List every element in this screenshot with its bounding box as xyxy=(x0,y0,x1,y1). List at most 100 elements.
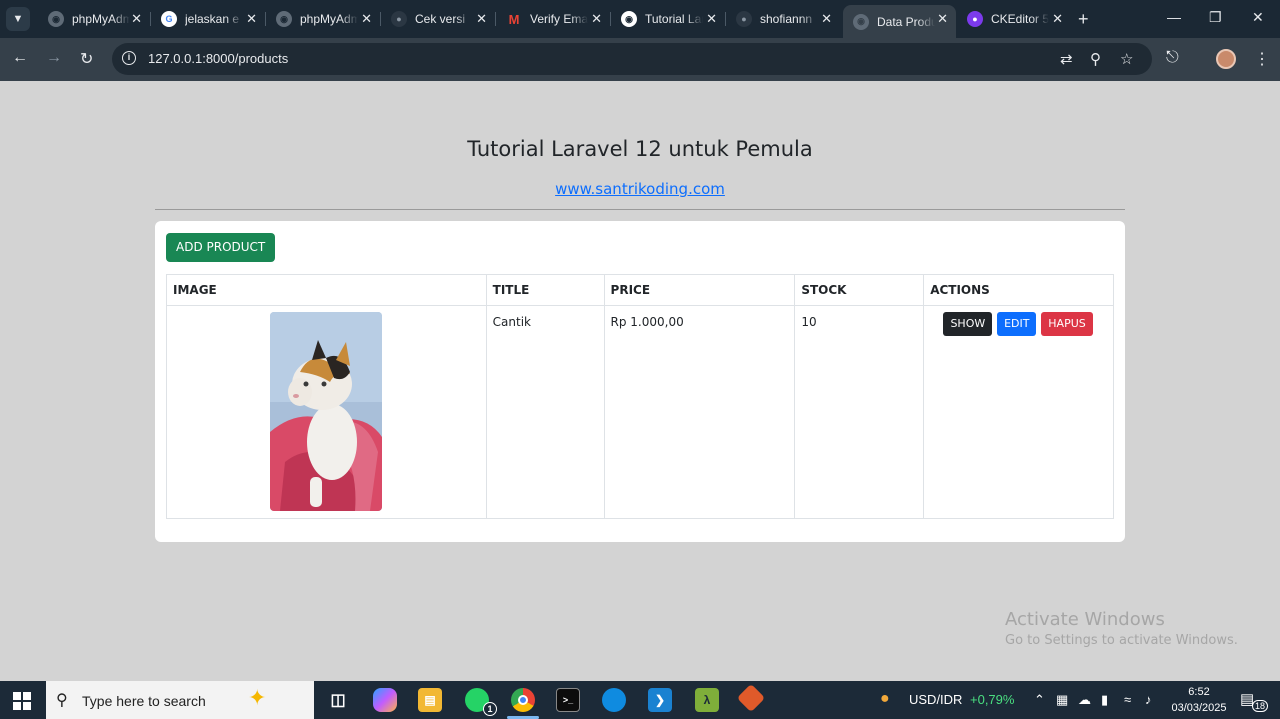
tab-title: Verify Email xyxy=(530,12,588,26)
tab-title: phpMyAdmin xyxy=(300,12,358,26)
tab-title: Cek versi xyxy=(415,12,466,26)
back-icon[interactable]: ← xyxy=(12,49,28,67)
edit-button[interactable]: EDIT xyxy=(997,312,1037,336)
page-content: Tutorial Laravel 12 untuk Pemula www.san… xyxy=(0,81,1280,681)
google-icon: G xyxy=(161,11,177,27)
close-window-icon[interactable]: ✕ xyxy=(1252,9,1264,26)
tab-title: phpMyAdmin xyxy=(72,12,130,26)
activation-watermark-subtitle: Go to Settings to activate Windows. xyxy=(1005,633,1238,648)
column-header-stock: STOCK xyxy=(794,274,925,306)
forward-icon[interactable]: → xyxy=(46,49,62,67)
tab-phpmyadmin-1[interactable]: ◉ phpMyAdmin ✕ xyxy=(38,5,151,33)
globe-icon: ◉ xyxy=(276,11,292,27)
laragon-icon[interactable]: λ xyxy=(695,688,719,712)
search-highlight-icon: ✦ xyxy=(248,685,267,710)
tab-google[interactable]: G jelaskan e ✕ xyxy=(151,5,266,33)
bookmark-star-icon[interactable]: ☆ xyxy=(1120,50,1133,68)
git-icon[interactable] xyxy=(736,683,766,713)
extensions-icon[interactable]: ⎋ xyxy=(1166,49,1179,67)
title-cell: Cantik xyxy=(485,305,605,519)
battery-icon[interactable]: ▮ xyxy=(1101,692,1108,708)
ticker-icon[interactable]: ● xyxy=(880,690,890,708)
notification-count: 18 xyxy=(1252,700,1269,712)
clock[interactable]: 6:52 03/03/2025 xyxy=(1170,684,1228,716)
volume-icon[interactable]: ♪ xyxy=(1145,692,1152,707)
new-tab-icon[interactable]: + xyxy=(1078,9,1089,30)
tab-title: shofiannn xyxy=(760,12,813,26)
products-table: IMAGE TITLE PRICE STOCK ACTIONS Cantik R… xyxy=(166,274,1114,519)
tab-verify-email[interactable]: M Verify Email ✕ xyxy=(496,5,611,33)
tab-cek-versi[interactable]: ● Cek versi ✕ xyxy=(381,5,496,33)
file-explorer-icon[interactable]: ▤ xyxy=(418,688,442,712)
close-icon[interactable]: ✕ xyxy=(937,11,948,27)
column-header-title: TITLE xyxy=(485,274,605,306)
clock-date: 03/03/2025 xyxy=(1171,702,1227,714)
terminal-icon[interactable]: >_ xyxy=(556,688,580,712)
zoom-icon[interactable]: ⚲ xyxy=(1090,50,1101,68)
tab-ckeditor[interactable]: ● CKEditor 5 ✕ xyxy=(957,5,1071,33)
image-cell xyxy=(166,305,487,519)
table-row: Cantik Rp 1.000,00 10 SHOW EDIT HAPUS xyxy=(166,305,1114,519)
chevron-up-icon[interactable]: ⌃ xyxy=(1034,692,1045,708)
ticker-change[interactable]: +0,79% xyxy=(970,692,1014,707)
task-view-icon[interactable]: ◫ xyxy=(326,688,350,712)
add-product-button[interactable]: ADD PRODUCT xyxy=(166,233,276,262)
translate-icon[interactable]: ⇄ xyxy=(1060,50,1073,68)
close-icon[interactable]: ✕ xyxy=(246,11,257,27)
windows-start-icon[interactable] xyxy=(13,692,31,710)
search-icon: ⚲ xyxy=(56,692,68,709)
tab-phpmyadmin-2[interactable]: ◉ phpMyAdmin ✕ xyxy=(266,5,381,33)
edge-icon[interactable] xyxy=(602,688,626,712)
github-icon: ● xyxy=(391,11,407,27)
whatsapp-icon[interactable]: 1 xyxy=(465,688,497,716)
close-icon[interactable]: ✕ xyxy=(706,11,717,27)
chrome-icon[interactable] xyxy=(507,688,539,719)
tab-shofiannn[interactable]: ● shofiannn ✕ xyxy=(726,5,840,33)
tab-tutorial-laravel[interactable]: ◉ Tutorial Laravel ✕ xyxy=(611,5,726,33)
gmail-icon: M xyxy=(508,11,520,27)
tab-data-products[interactable]: ◉ Data Products ✕ xyxy=(843,5,956,38)
ckeditor-icon: ● xyxy=(967,11,983,27)
close-icon[interactable]: ✕ xyxy=(476,11,487,27)
close-icon[interactable]: ✕ xyxy=(361,11,372,27)
column-header-image: IMAGE xyxy=(166,274,487,306)
windows-taskbar: ⚲ Type here to search ✦ ◫ ▤ 1 >_ ❯ λ ● U… xyxy=(0,681,1280,719)
more-menu-icon[interactable]: ⋮ xyxy=(1254,49,1270,69)
reload-icon[interactable]: ↻ xyxy=(80,49,93,69)
products-card: ADD PRODUCT IMAGE TITLE PRICE STOCK ACTI… xyxy=(155,221,1125,542)
whatsapp-badge: 1 xyxy=(483,702,497,716)
site-link[interactable]: www.santrikoding.com xyxy=(0,180,1280,198)
minimize-icon[interactable]: — xyxy=(1167,9,1181,25)
globe-icon: ◉ xyxy=(48,11,64,27)
onedrive-icon[interactable]: ☁ xyxy=(1078,692,1091,708)
stock-cell: 10 xyxy=(794,305,925,519)
url-text[interactable]: 127.0.0.1:8000/products xyxy=(148,51,288,66)
show-button[interactable]: SHOW xyxy=(943,312,993,336)
ticker-label[interactable]: USD/IDR xyxy=(909,692,962,707)
profile-avatar[interactable] xyxy=(1216,49,1236,69)
copilot-icon[interactable] xyxy=(373,688,397,712)
actions-cell: SHOW EDIT HAPUS xyxy=(923,305,1114,519)
search-placeholder[interactable]: Type here to search xyxy=(82,693,206,709)
github-icon: ● xyxy=(736,11,752,27)
tab-search-icon[interactable]: ▼ xyxy=(6,7,30,31)
phone-link-icon[interactable]: ▦ xyxy=(1056,692,1068,708)
wifi-icon[interactable]: ≈ xyxy=(1124,692,1131,707)
site-info-icon[interactable]: i xyxy=(122,51,136,65)
column-header-actions: ACTIONS xyxy=(923,274,1114,306)
taskbar-search[interactable]: ⚲ Type here to search ✦ xyxy=(46,681,314,719)
tab-title: Data Products xyxy=(877,14,935,29)
close-icon[interactable]: ✕ xyxy=(131,11,142,27)
close-icon[interactable]: ✕ xyxy=(1052,11,1063,27)
restore-icon[interactable]: ❐ xyxy=(1209,9,1222,26)
table-header-row: IMAGE TITLE PRICE STOCK ACTIONS xyxy=(166,274,1114,306)
close-icon[interactable]: ✕ xyxy=(591,11,602,27)
tab-title: Tutorial Laravel xyxy=(645,12,703,26)
tab-title: CKEditor 5 xyxy=(991,12,1049,26)
vscode-icon[interactable]: ❯ xyxy=(648,688,672,712)
delete-button[interactable]: HAPUS xyxy=(1041,312,1093,336)
address-bar[interactable]: i 127.0.0.1:8000/products ⇄ ⚲ ☆ xyxy=(112,43,1152,75)
close-icon[interactable]: ✕ xyxy=(821,11,832,27)
tab-title: jelaskan e xyxy=(185,12,240,26)
page-title: Tutorial Laravel 12 untuk Pemula xyxy=(467,137,813,161)
